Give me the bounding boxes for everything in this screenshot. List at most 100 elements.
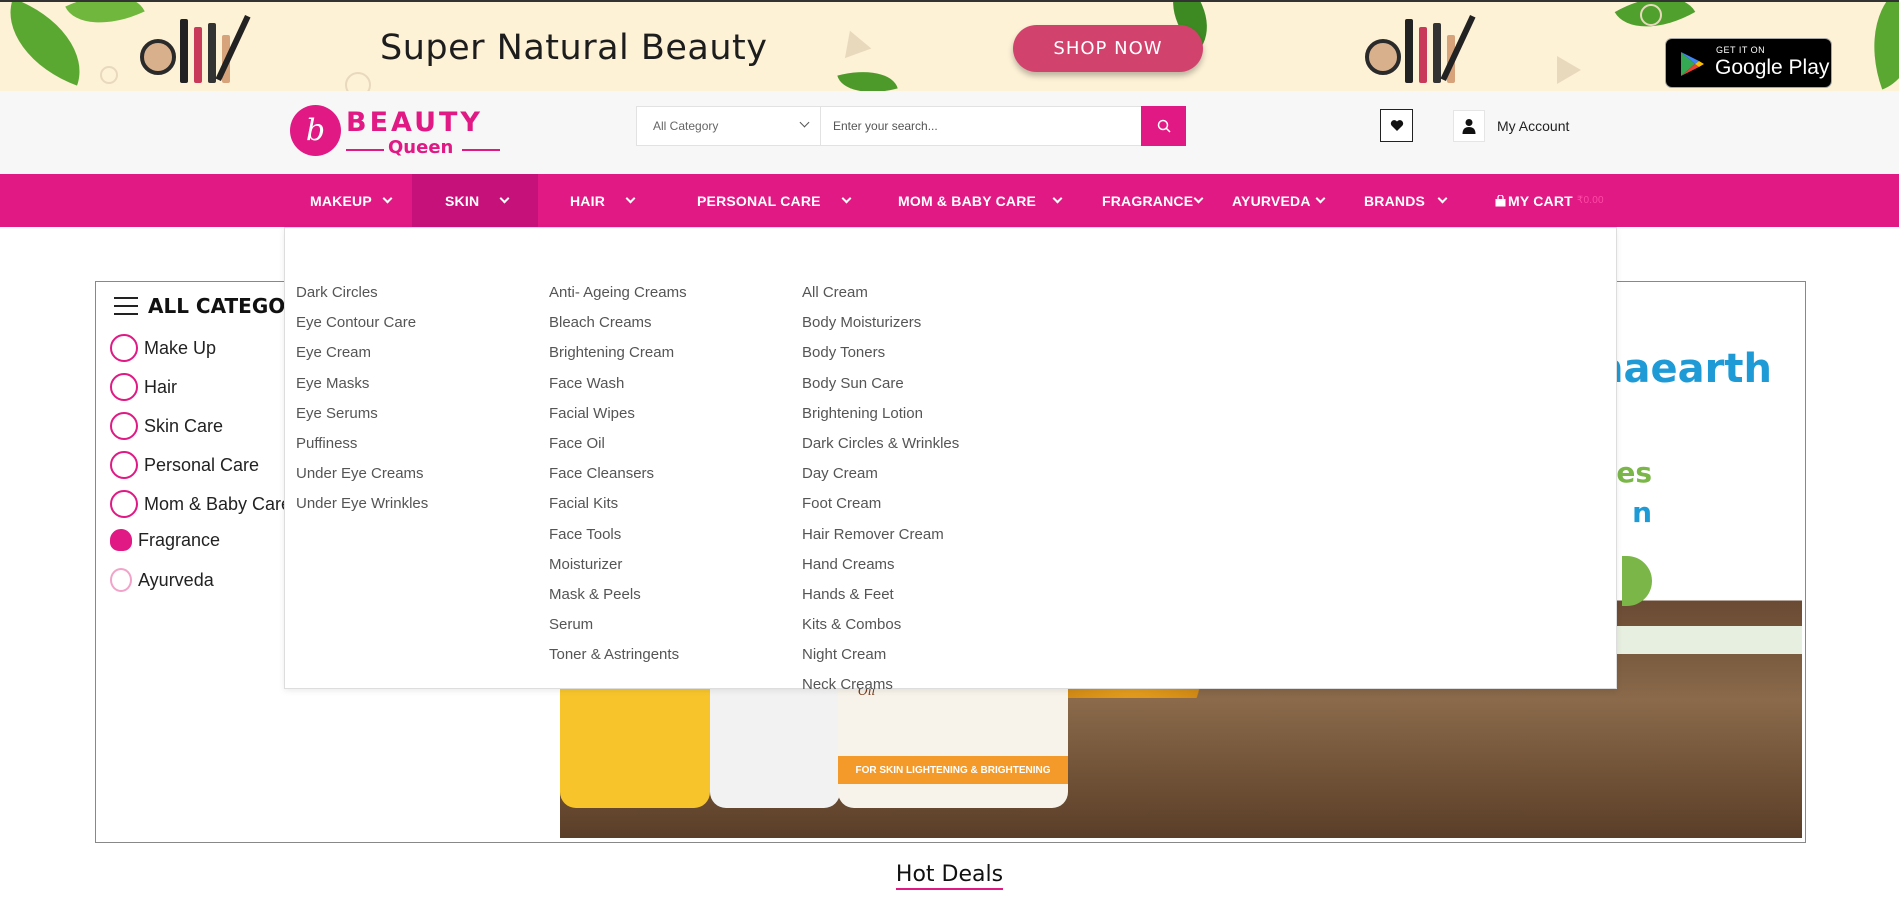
nav-item-mom-baby-care[interactable]: MOM & BABY CARE <box>898 174 1063 227</box>
mega-link[interactable]: Under Eye Creams <box>296 465 428 495</box>
mega-link[interactable]: Eye Masks <box>296 375 428 405</box>
mega-link[interactable]: Night Cream <box>802 646 959 676</box>
site-header: b BEAUTY Queen All Category M <box>0 91 1899 174</box>
hero-tagline-2: n <box>1632 496 1652 529</box>
promo-title: Super Natural Beauty <box>380 28 768 68</box>
mega-link[interactable]: Eye Cream <box>296 344 428 374</box>
hot-deals-heading[interactable]: Hot Deals <box>895 862 1004 890</box>
cart-label: MY CART <box>1508 192 1573 209</box>
mega-link[interactable]: All Cream <box>802 284 959 314</box>
mega-link[interactable]: Body Toners <box>802 344 959 374</box>
nav-item-label: AYURVEDA <box>1232 192 1311 209</box>
mega-link[interactable]: Face Wash <box>549 375 687 405</box>
mega-link[interactable]: Hair Remover Cream <box>802 526 959 556</box>
mega-link[interactable]: Body Moisturizers <box>802 314 959 344</box>
nav-item-label: MOM & BABY CARE <box>898 192 1037 209</box>
mega-link[interactable]: Face Tools <box>549 526 687 556</box>
mega-link[interactable]: Moisturizer <box>549 556 687 586</box>
nav-item-skin[interactable]: SKIN <box>412 174 538 227</box>
hot-deals-section: Hot Deals <box>0 862 1899 890</box>
sidebar-item-label: Personal Care <box>144 454 260 475</box>
sidebar-item-skin-care[interactable]: Skin Care <box>110 412 223 440</box>
mega-link[interactable]: Puffiness <box>296 435 428 465</box>
mega-link[interactable]: Face Oil <box>549 435 687 465</box>
mega-link[interactable]: Mask & Peels <box>549 586 687 616</box>
mega-link[interactable]: Anti- Ageing Creams <box>549 284 687 314</box>
my-account-link[interactable]: My Account <box>1453 109 1569 142</box>
mom-baby-icon <box>110 490 138 518</box>
sidebar-item-label: Mom & Baby Care <box>144 493 292 514</box>
mega-link[interactable]: Eye Serums <box>296 405 428 435</box>
nav-item-makeup[interactable]: MAKEUP <box>310 174 393 227</box>
sidebar-item-label: Skin Care <box>144 415 224 436</box>
ring-decoration <box>345 72 371 91</box>
nav-item-my-cart[interactable]: MY CART ₹0.00 <box>1495 174 1604 227</box>
sidebar-item-personal-care[interactable]: Personal Care <box>110 451 259 479</box>
sidebar-item-label: Hair <box>144 376 178 397</box>
category-select[interactable]: All Category <box>637 107 821 145</box>
chevron-down-icon <box>499 193 510 204</box>
mega-link[interactable]: Body Sun Care <box>802 375 959 405</box>
mega-link[interactable]: Neck Creams <box>802 676 959 706</box>
mega-link[interactable]: Hand Creams <box>802 556 959 586</box>
nav-item-fragrance[interactable]: FRAGRANCE <box>1102 174 1204 227</box>
search-icon <box>1157 119 1171 133</box>
chevron-down-icon <box>1315 193 1326 204</box>
search-bar: All Category <box>636 106 1186 146</box>
site-logo[interactable]: b BEAUTY Queen <box>290 105 510 159</box>
chevron-down-icon <box>1193 193 1204 204</box>
mega-link[interactable]: Kits & Combos <box>802 616 959 646</box>
mega-link[interactable]: Dark Circles <box>296 284 428 314</box>
logo-mark: b <box>290 105 341 156</box>
wishlist-button[interactable] <box>1380 109 1413 142</box>
mega-link[interactable]: Toner & Astringents <box>549 646 687 676</box>
sidebar-item-mom-baby-care[interactable]: Mom & Baby Care <box>110 490 291 518</box>
chevron-down-icon <box>1437 193 1448 204</box>
shop-now-button[interactable]: SHOP NOW <box>1013 25 1203 72</box>
nav-item-label: FRAGRANCE <box>1102 192 1194 209</box>
mega-link[interactable]: Day Cream <box>802 465 959 495</box>
mega-link[interactable]: Under Eye Wrinkles <box>296 495 428 525</box>
search-button[interactable] <box>1141 106 1186 146</box>
triangle-decoration <box>836 25 872 59</box>
main-nav: MAKEUP SKIN HAIR PERSONAL CARE MOM & BAB… <box>0 174 1899 227</box>
makeup-products-image <box>130 12 270 87</box>
skin-care-icon <box>110 412 138 440</box>
sidebar-item-ayurveda[interactable]: Ayurveda <box>110 568 214 592</box>
triangle-decoration <box>1557 56 1581 84</box>
mega-link[interactable]: Face Cleansers <box>549 465 687 495</box>
nav-item-hair[interactable]: HAIR <box>570 174 636 227</box>
sidebar-item-make-up[interactable]: Make Up <box>110 334 216 362</box>
hamburger-icon <box>114 297 138 315</box>
chevron-down-icon <box>382 193 393 204</box>
sidebar-item-fragrance[interactable]: Fragrance <box>110 529 220 551</box>
search-input[interactable] <box>821 107 1141 145</box>
my-account-label: My Account <box>1497 117 1570 134</box>
nav-item-ayurveda[interactable]: AYURVEDA <box>1232 174 1326 227</box>
chevron-down-icon <box>841 193 852 204</box>
mega-link[interactable]: Foot Cream <box>802 495 959 525</box>
mega-link[interactable]: Brightening Cream <box>549 344 687 374</box>
logo-rule <box>462 149 500 151</box>
mega-link[interactable]: Dark Circles & Wrinkles <box>802 435 959 465</box>
google-play-badge[interactable]: GET IT ON Google Play <box>1665 38 1832 88</box>
makeup-icon <box>110 334 138 362</box>
logo-rule <box>346 149 384 151</box>
mega-link[interactable]: Serum <box>549 616 687 646</box>
mega-link[interactable]: Facial Kits <box>549 495 687 525</box>
mega-link[interactable]: Eye Contour Care <box>296 314 428 344</box>
nav-item-personal-care[interactable]: PERSONAL CARE <box>697 174 852 227</box>
nav-item-label: SKIN <box>445 192 480 209</box>
mega-column-2: Anti- Ageing Creams Bleach Creams Bright… <box>549 284 687 676</box>
nav-item-brands[interactable]: BRANDS <box>1364 174 1448 227</box>
mega-link[interactable]: Bleach Creams <box>549 314 687 344</box>
mega-link[interactable]: Hands & Feet <box>802 586 959 616</box>
user-icon-box <box>1453 109 1485 142</box>
sidebar-item-hair[interactable]: Hair <box>110 373 177 401</box>
mega-link[interactable]: Brightening Lotion <box>802 405 959 435</box>
ring-decoration <box>100 66 118 84</box>
gplay-small-text: GET IT ON <box>1716 45 1766 55</box>
mega-link[interactable]: Facial Wipes <box>549 405 687 435</box>
promo-banner[interactable]: Super Natural Beauty SHOP NOW GET IT ON … <box>0 0 1899 91</box>
sidebar-item-label: Make Up <box>144 337 217 358</box>
